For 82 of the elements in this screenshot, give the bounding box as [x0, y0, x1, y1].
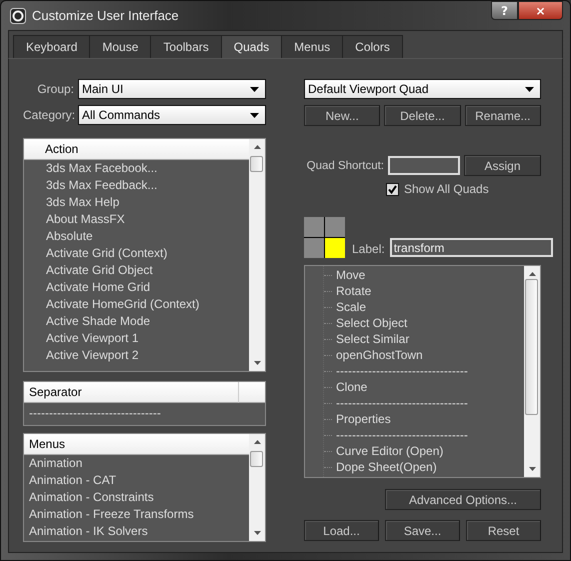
- button[interactable]: Save...: [385, 520, 460, 541]
- list-item[interactable]: Activate Grid (Context): [24, 245, 249, 262]
- group-dropdown[interactable]: Main UI: [78, 79, 266, 99]
- list-item[interactable]: About MassFX: [24, 211, 249, 228]
- tab[interactable]: Quads: [220, 35, 282, 58]
- scroll-down-icon[interactable]: [528, 467, 536, 471]
- column-header[interactable]: Separator: [24, 382, 238, 403]
- list-item[interactable]: Rotate: [336, 284, 372, 298]
- list-item[interactable]: Active Viewport 2: [24, 347, 249, 364]
- button[interactable]: Rename...: [464, 105, 541, 126]
- scroll-down-icon[interactable]: [254, 361, 260, 365]
- list-item[interactable]: ---------------------------------: [336, 428, 468, 442]
- list-item[interactable]: Animation - Freeze Transforms: [24, 506, 249, 523]
- advanced-options-button[interactable]: Advanced Options...: [385, 489, 541, 510]
- button[interactable]: New...: [304, 105, 380, 126]
- scroll-down-icon[interactable]: [254, 531, 260, 535]
- scroll-thumb[interactable]: [525, 279, 538, 415]
- column-header-end: [238, 382, 265, 403]
- list-item[interactable]: Activate HomeGrid (Context): [24, 296, 249, 313]
- tab[interactable]: Colors: [342, 35, 403, 58]
- quad-cell[interactable]: [304, 217, 324, 237]
- quad-set-dropdown[interactable]: Default Viewport Quad: [304, 79, 541, 99]
- assign-button[interactable]: Assign: [464, 155, 541, 176]
- tab[interactable]: Toolbars: [150, 35, 222, 58]
- list-item[interactable]: openGhostTown: [336, 348, 423, 362]
- label-field[interactable]: transform: [390, 238, 553, 257]
- category-dropdown[interactable]: All Commands: [78, 105, 266, 125]
- scrollbar[interactable]: [524, 266, 540, 477]
- shortcut-field[interactable]: [388, 156, 460, 175]
- list-item[interactable]: ---------------------------------: [336, 364, 468, 378]
- button[interactable]: Reset: [466, 520, 541, 541]
- close-button[interactable]: ×: [518, 1, 563, 20]
- list-item[interactable]: 3ds Max Help: [24, 194, 249, 211]
- scrollbar[interactable]: [249, 434, 265, 541]
- scroll-up-icon[interactable]: [528, 272, 536, 276]
- quad-cell[interactable]: [304, 238, 324, 258]
- button[interactable]: Load...: [304, 520, 379, 541]
- list-item[interactable]: Scale: [336, 300, 366, 314]
- list-item[interactable]: 3ds Max Feedback...: [24, 177, 249, 194]
- list-item[interactable]: Clone: [336, 380, 368, 394]
- list-item[interactable]: Dope Sheet(Open): [336, 460, 437, 474]
- list-item[interactable]: ---------------------------------: [24, 403, 238, 423]
- field-label: Category:: [23, 108, 74, 122]
- list-item[interactable]: Animation - CAT: [24, 472, 249, 489]
- help-button[interactable]: ?: [491, 1, 518, 20]
- quad-cell[interactable]: [325, 217, 345, 237]
- quad-cell[interactable]: [325, 238, 345, 258]
- button[interactable]: Delete...: [384, 105, 461, 126]
- checkbox-label: Show All Quads: [404, 182, 489, 196]
- list-item[interactable]: Absolute: [24, 228, 249, 245]
- list-item[interactable]: Move: [336, 268, 366, 282]
- scroll-up-icon[interactable]: [254, 145, 260, 149]
- app-icon[interactable]: [10, 8, 26, 24]
- list-item[interactable]: Curve Editor (Open): [336, 444, 444, 458]
- field-label: Label:: [352, 242, 385, 258]
- list-item[interactable]: Select Similar: [336, 332, 410, 346]
- dropdown-arrow-icon[interactable]: [250, 112, 259, 118]
- list-item[interactable]: Animation: [24, 455, 249, 472]
- dropdown-arrow-icon[interactable]: [250, 86, 259, 92]
- list-item[interactable]: Animation - Constraints: [24, 489, 249, 506]
- list-item[interactable]: Active Viewport 1: [24, 330, 249, 347]
- list-item[interactable]: Animation - IK Solvers: [24, 523, 249, 540]
- window-title: Customize User Interface: [32, 8, 180, 23]
- column-header[interactable]: Menus: [24, 434, 249, 455]
- field-label: Group:: [36, 82, 74, 96]
- list-item[interactable]: Active Shade Mode: [24, 313, 249, 330]
- scrollbar[interactable]: [249, 139, 265, 371]
- tab[interactable]: Keyboard: [13, 35, 90, 58]
- scroll-up-icon[interactable]: [254, 440, 260, 444]
- dropdown-arrow-icon[interactable]: [525, 86, 534, 92]
- scroll-thumb[interactable]: [250, 451, 263, 467]
- list-item[interactable]: 3ds Max Facebook...: [24, 160, 249, 177]
- tab[interactable]: Mouse: [89, 35, 152, 58]
- field-label: Quad Shortcut:: [306, 160, 384, 172]
- scroll-thumb[interactable]: [250, 156, 263, 172]
- column-header[interactable]: Action: [24, 139, 249, 160]
- list-item[interactable]: Properties: [336, 412, 391, 426]
- list-item[interactable]: Activate Home Grid: [24, 279, 249, 296]
- list-item[interactable]: Select Object: [336, 316, 408, 330]
- tab[interactable]: Menus: [281, 35, 344, 58]
- list-item[interactable]: ---------------------------------: [336, 396, 468, 410]
- list-item[interactable]: Activate Grid Object: [24, 262, 249, 279]
